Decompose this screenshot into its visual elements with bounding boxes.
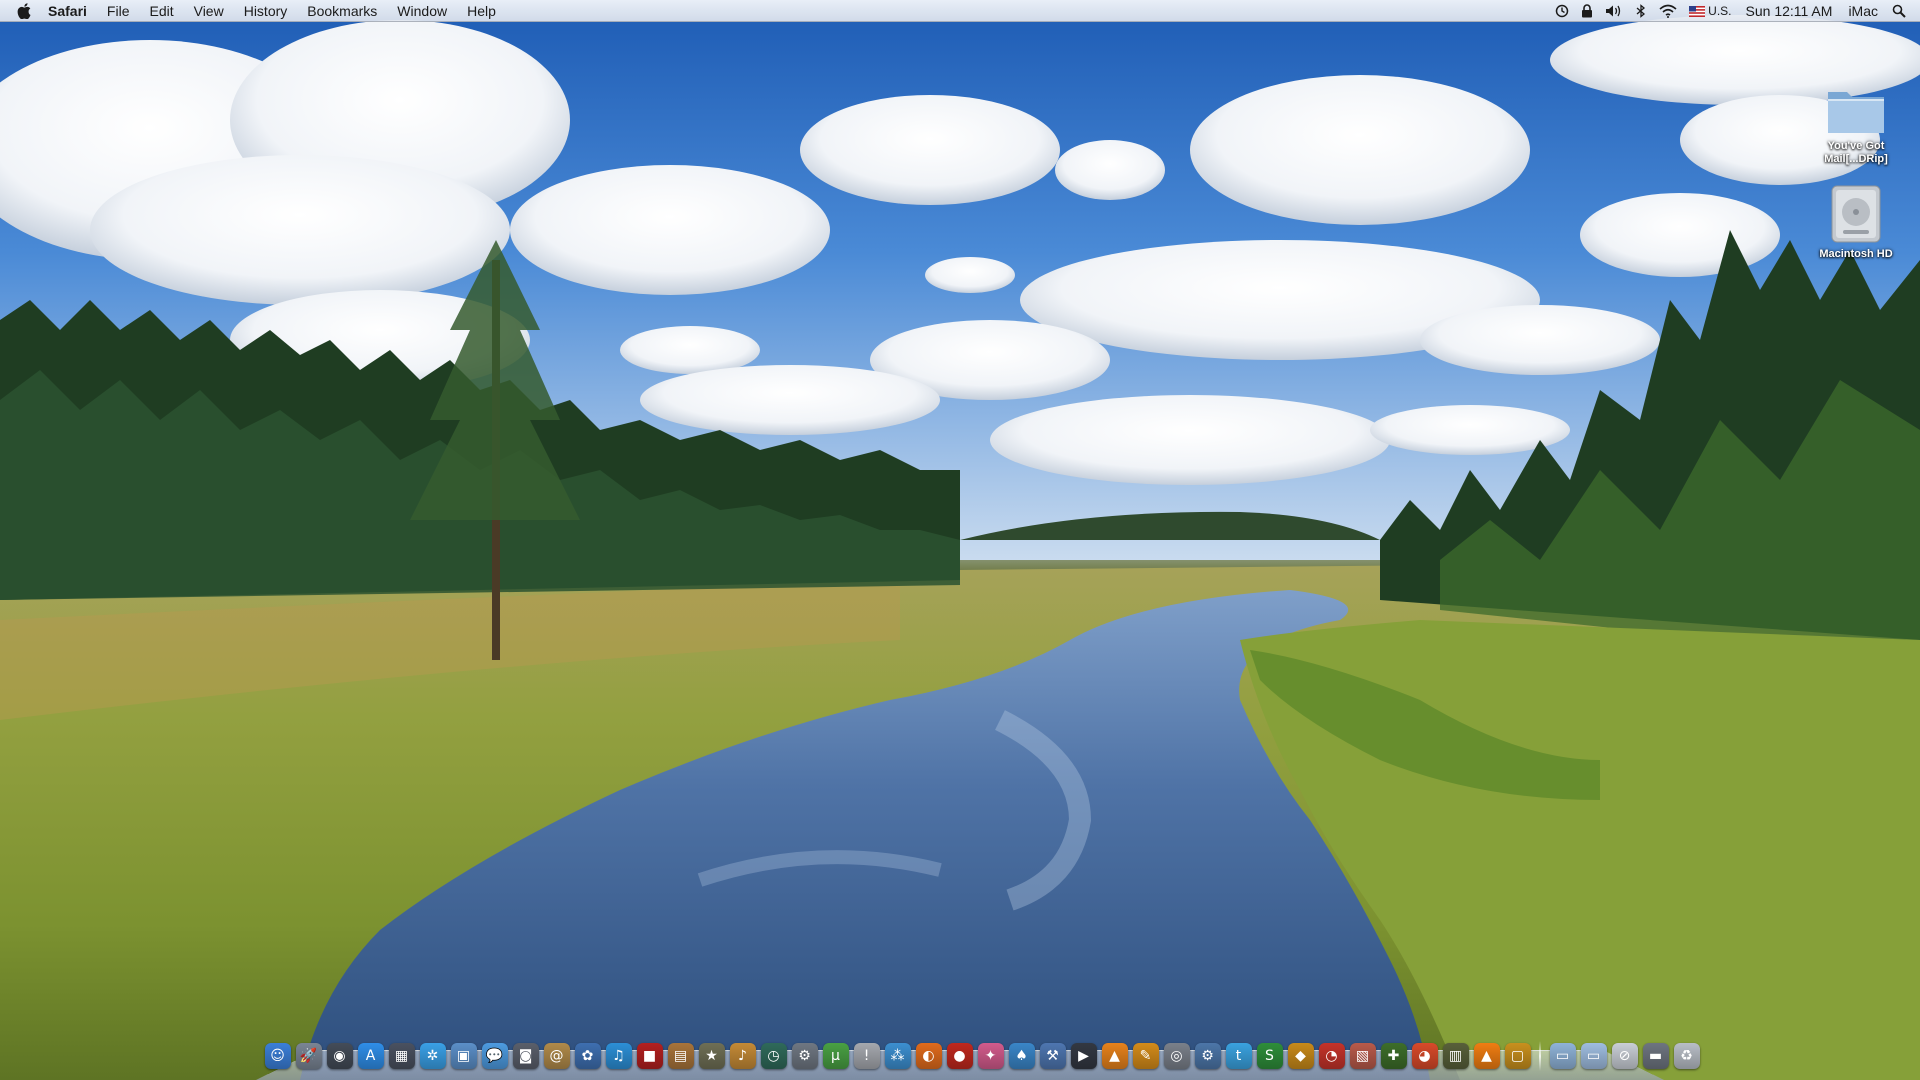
spotlight-icon[interactable]: [1886, 0, 1912, 22]
dashboard-icon[interactable]: ◉: [326, 1043, 353, 1069]
photo-icon[interactable]: ▤: [667, 1043, 694, 1069]
games-icon[interactable]: ♠: [1008, 1043, 1035, 1069]
desktop-macintosh-hd[interactable]: Macintosh HD: [1801, 184, 1911, 261]
time-machine-icon[interactable]: [1549, 0, 1575, 22]
desktop-hd-label: Macintosh HD: [1819, 248, 1893, 260]
mission-control-icon[interactable]: ▦: [388, 1043, 415, 1069]
hard-drive-icon: [1831, 185, 1881, 243]
downloads-stack-icon[interactable]: ⊘: [1611, 1043, 1638, 1069]
network-icon[interactable]: ⁂: [884, 1043, 911, 1069]
bluetooth-icon[interactable]: [1629, 0, 1653, 22]
input-source-label: U.S.: [1708, 4, 1732, 18]
app-store-icon[interactable]: A: [357, 1043, 384, 1069]
menu-bar: Safari File Edit View History Bookmarks …: [0, 0, 1920, 22]
dock: ☺ 🚀 ◉ A ▦ ✲ ▣ 💬 ◙ @ ✿ ♫ ■ ▤ ★ ♪ ◷ ⚙ µ! ⁂ ◐ ● ✦ ♠ ⚒ ▶ ▲ ✎ ◎ ⚙ t S ◆ ◔ ▧ ✚ ◕ ▥ ▲…: [254, 1036, 1700, 1080]
itunes-icon[interactable]: ♫: [605, 1043, 632, 1069]
desktop: Safari File Edit View History Bookmarks …: [0, 0, 1920, 1080]
menu-edit[interactable]: Edit: [139, 0, 183, 22]
game-controller-icon[interactable]: ✚: [1380, 1043, 1407, 1069]
volume-icon[interactable]: [1599, 0, 1629, 22]
dock-separator: [1539, 1041, 1541, 1071]
comic-icon[interactable]: ✦: [977, 1043, 1004, 1069]
calendar-icon[interactable]: ▥: [1442, 1043, 1469, 1069]
iphoto-icon[interactable]: ✿: [574, 1043, 601, 1069]
system-preferences-icon[interactable]: ⚙: [791, 1043, 818, 1069]
trash-icon[interactable]: ♻: [1673, 1043, 1700, 1069]
chrome-icon[interactable]: ◕: [1411, 1043, 1438, 1069]
menu-file[interactable]: File: [97, 0, 140, 22]
clock-icon[interactable]: ◔: [1318, 1043, 1345, 1069]
facetime-icon[interactable]: ◙: [512, 1043, 539, 1069]
menu-bookmarks[interactable]: Bookmarks: [297, 0, 387, 22]
star-icon[interactable]: ★: [698, 1043, 725, 1069]
menu-window[interactable]: Window: [387, 0, 457, 22]
cheese-icon[interactable]: ◆: [1287, 1043, 1314, 1069]
screen-stack-icon[interactable]: ▬: [1642, 1043, 1669, 1069]
app-menu-safari[interactable]: Safari: [44, 0, 97, 22]
time-machine-icon[interactable]: ◷: [760, 1043, 787, 1069]
vlc-icon[interactable]: ▲: [1101, 1043, 1128, 1069]
desktop-folder-label: You've Got Mail[...DRip]: [1824, 140, 1888, 165]
ichat-icon[interactable]: 💬: [481, 1043, 508, 1069]
utorrent-icon[interactable]: µ: [822, 1043, 849, 1069]
frame-icon[interactable]: ▢: [1504, 1043, 1531, 1069]
apple-icon[interactable]: [14, 0, 34, 22]
clock[interactable]: Sun 12:11 AM: [1738, 0, 1841, 22]
firefox-icon[interactable]: ◐: [915, 1043, 942, 1069]
paint-icon[interactable]: ✎: [1132, 1043, 1159, 1069]
applications-folder-icon[interactable]: ▭: [1549, 1043, 1576, 1069]
notes-icon[interactable]: !: [853, 1043, 880, 1069]
photo-editor-icon[interactable]: ▧: [1349, 1043, 1376, 1069]
safari-icon[interactable]: ✲: [419, 1043, 446, 1069]
disk-utility-icon[interactable]: ◎: [1163, 1043, 1190, 1069]
preview-icon[interactable]: ▣: [450, 1043, 477, 1069]
vlc-player-icon[interactable]: ▲: [1473, 1043, 1500, 1069]
desktop-folder-mail[interactable]: You've Got Mail[...DRip]: [1801, 84, 1911, 166]
launchpad-icon[interactable]: 🚀: [295, 1043, 322, 1069]
dock-icons: ☺ 🚀 ◉ A ▦ ✲ ▣ 💬 ◙ @ ✿ ♫ ■ ▤ ★ ♪ ◷ ⚙ µ! ⁂ ◐ ● ✦ ♠ ⚒ ▶ ▲ ✎ ◎ ⚙ t S ◆ ◔ ▧ ✚ ◕ ▥ ▲…: [262, 1036, 1702, 1076]
user-menu[interactable]: iMac: [1840, 0, 1886, 22]
tools-icon[interactable]: ⚙: [1194, 1043, 1221, 1069]
documents-folder-icon[interactable]: ▭: [1580, 1043, 1607, 1069]
xcode-icon[interactable]: ⚒: [1039, 1043, 1066, 1069]
finder-icon[interactable]: ☺: [264, 1043, 291, 1069]
twitter-icon[interactable]: t: [1225, 1043, 1252, 1069]
ladybug-icon[interactable]: ●: [946, 1043, 973, 1069]
skype-icon[interactable]: S: [1256, 1043, 1283, 1069]
folder-icon: [1828, 92, 1884, 133]
menu-history[interactable]: History: [234, 0, 298, 22]
menu-help[interactable]: Help: [457, 0, 506, 22]
garageband-icon[interactable]: ♪: [729, 1043, 756, 1069]
wallpaper: [0, 0, 1920, 1080]
wifi-icon[interactable]: [1653, 0, 1683, 22]
terminal-icon[interactable]: ▶: [1070, 1043, 1097, 1069]
photo-booth-icon[interactable]: ■: [636, 1043, 663, 1069]
contacts-icon[interactable]: @: [543, 1043, 570, 1069]
lock-icon[interactable]: [1575, 0, 1599, 22]
menu-view[interactable]: View: [184, 0, 234, 22]
input-source-flag-icon[interactable]: U.S.: [1683, 0, 1737, 22]
